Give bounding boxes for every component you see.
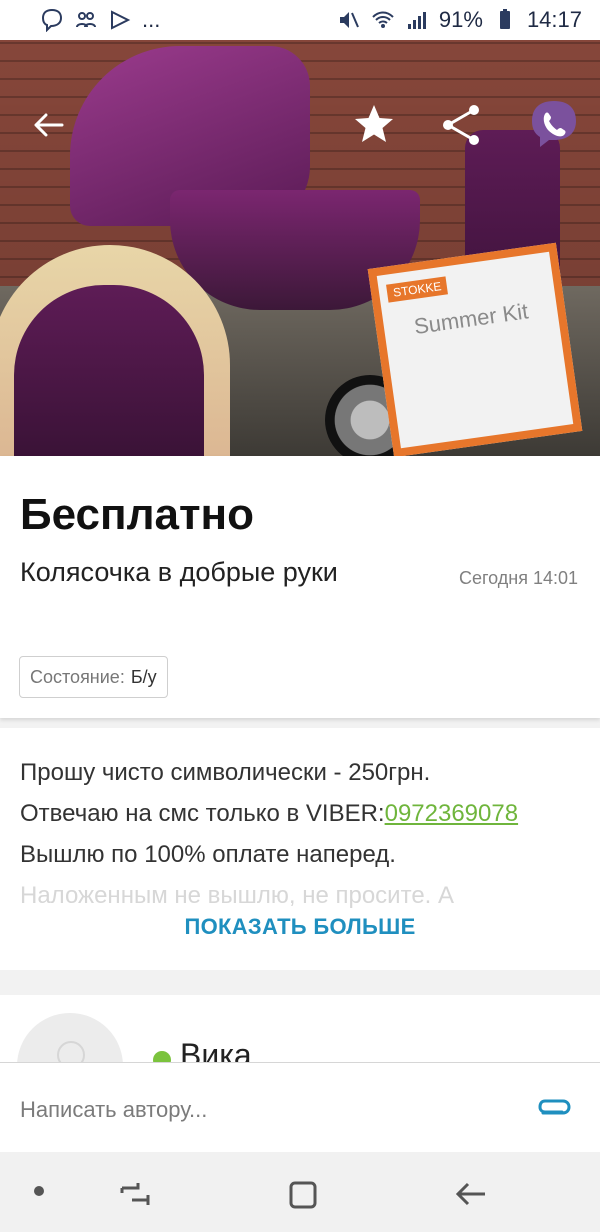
description-text: Прошу чисто символически - 250грн. Отвеч…: [20, 752, 580, 916]
phone-link[interactable]: 0972369078: [385, 800, 518, 827]
listing-summary-card: Бесплатно Колясочка в добрые руки Сегодн…: [0, 456, 600, 718]
condition-label: Состояние:: [30, 666, 125, 687]
photo-product-box: STOKKE Summer Kit: [367, 242, 583, 456]
description-line: Вышлю по 100% оплате наперед.: [20, 841, 396, 868]
share-icon[interactable]: [438, 102, 484, 148]
listing-price: Бесплатно: [20, 490, 254, 539]
message-input[interactable]: Написать автору...: [20, 1097, 207, 1123]
box-title: Summer Kit: [412, 298, 530, 340]
description-line-text: Отвечаю на смс только в VIBER:: [20, 800, 385, 827]
people-icon: [76, 12, 96, 28]
condition-value: Б/у: [130, 666, 157, 687]
status-left: ...: [40, 7, 160, 33]
clock: 14:17: [526, 7, 582, 32]
box-brand: STOKKE: [386, 276, 449, 303]
listing-title: Колясочка в добрые руки: [20, 557, 338, 587]
mute-icon: [339, 12, 359, 28]
android-navigation-bar: [0, 1152, 600, 1232]
home-square-icon[interactable]: [288, 1180, 318, 1210]
author-card[interactable]: Вика: [0, 995, 600, 1065]
notification-ellipsis: ...: [142, 7, 161, 32]
listing-photo-gallery[interactable]: STOKKE Summer Kit: [0, 40, 600, 456]
photo-seat-inner: [14, 285, 204, 456]
description-line: Прошу чисто символически - 250грн.: [20, 759, 431, 786]
signal-icon: [407, 12, 426, 29]
check-icon: [111, 10, 131, 30]
author-name[interactable]: Вика: [180, 1037, 252, 1065]
battery-icon: [499, 9, 510, 29]
condition-badge: Состояние: Б/у: [19, 656, 168, 698]
nav-dot-icon[interactable]: [34, 1186, 44, 1196]
back-nav-icon[interactable]: [454, 1179, 488, 1209]
photo-toolbar: [0, 80, 600, 170]
description-line: Отвечаю на смс только в VIBER:0972369078: [20, 793, 580, 834]
viber-icon: [41, 8, 63, 32]
wifi-icon: [372, 11, 394, 28]
description-faded-line: Наложенным не вышлю, не просите. А: [20, 882, 455, 909]
recent-apps-icon[interactable]: [118, 1180, 152, 1208]
show-more-button[interactable]: ПОКАЗАТЬ БОЛЬШЕ: [0, 914, 600, 940]
favorite-star-icon[interactable]: [352, 102, 396, 146]
paperclip-icon[interactable]: [536, 1097, 572, 1117]
author-avatar[interactable]: [17, 1013, 123, 1065]
listing-date: Сегодня 14:01: [458, 568, 578, 588]
battery-percent: 91%: [438, 7, 483, 32]
back-arrow-icon[interactable]: [28, 105, 68, 145]
status-right: 91% 14:17: [337, 7, 582, 33]
description-card: Прошу чисто символически - 250грн. Отвеч…: [0, 728, 600, 970]
message-composer[interactable]: Написать автору...: [0, 1062, 600, 1153]
viber-contact-icon[interactable]: [528, 98, 580, 150]
status-bar: ... 91% 14:17: [0, 0, 600, 40]
